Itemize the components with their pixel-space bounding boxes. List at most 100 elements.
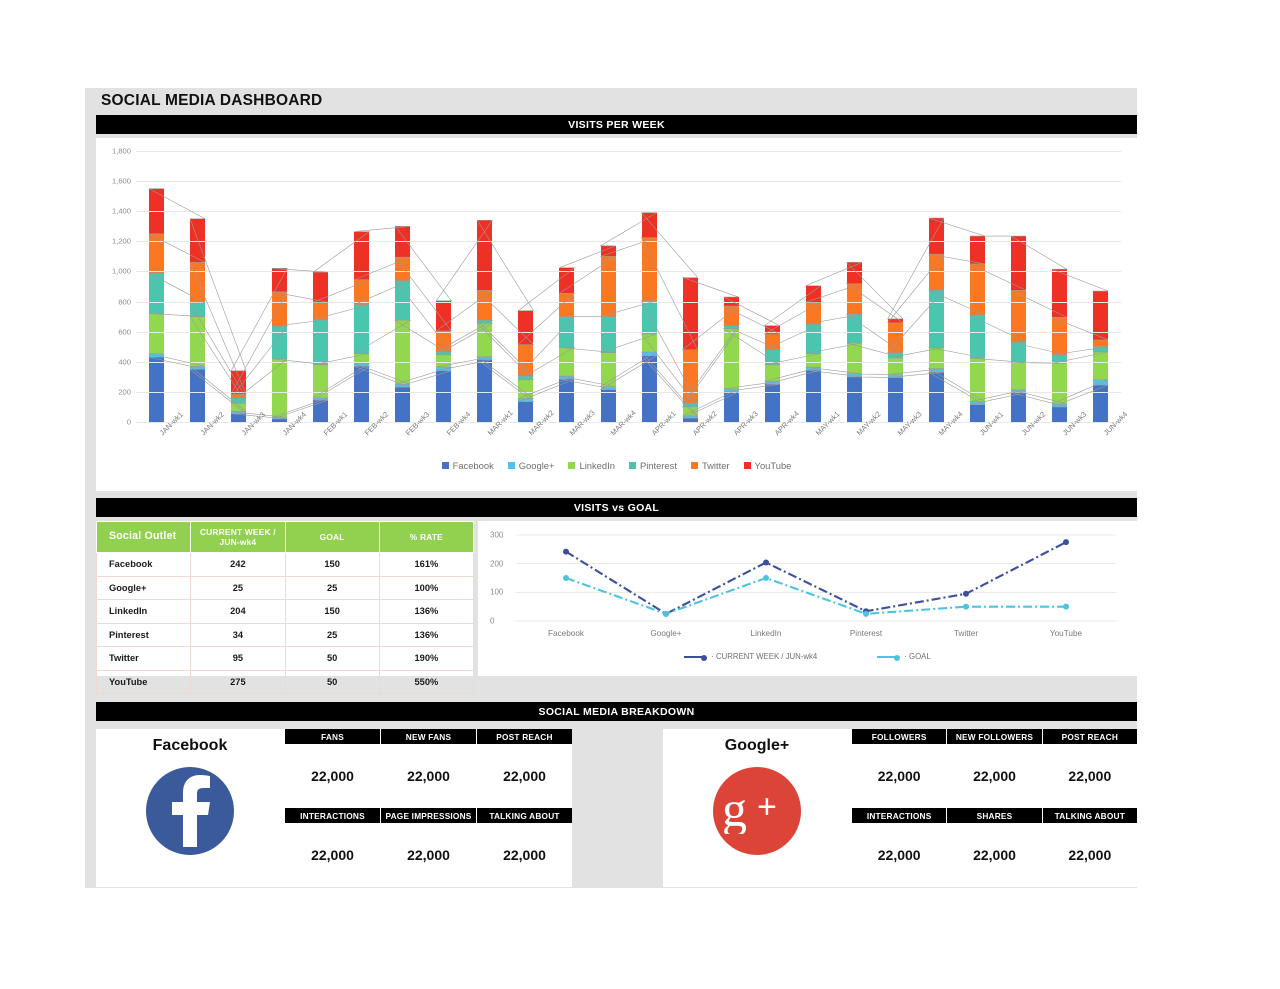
bar-segment-linkedin	[846, 342, 862, 374]
stacked-bar[interactable]	[764, 325, 780, 422]
bar-group[interactable]	[998, 151, 1039, 422]
metric-label: TALKING ABOUT	[1042, 808, 1137, 823]
table-row[interactable]: Facebook 242 150 161%	[95, 552, 475, 577]
bar-group[interactable]	[505, 151, 546, 422]
bar-group[interactable]	[464, 151, 505, 422]
stacked-bar[interactable]	[641, 212, 657, 422]
bar-segment-linkedin	[764, 364, 780, 382]
googleplus-metric-talking-about[interactable]: TALKING ABOUT 22,000	[1041, 808, 1137, 887]
bar-segment-linkedin	[723, 328, 739, 389]
bar-group[interactable]	[875, 151, 916, 422]
table-row[interactable]: Google+ 25 25 100%	[95, 575, 475, 600]
line-chart-legend: · CURRENT WEEK / JUN-wk4 · GOAL	[478, 652, 1137, 661]
legend-item-linkedin[interactable]: LinkedIn	[568, 460, 615, 471]
bar-group[interactable]	[177, 151, 218, 422]
bar-group[interactable]	[752, 151, 793, 422]
bar-group[interactable]	[588, 151, 629, 422]
table-cell-current: 242	[190, 552, 286, 577]
googleplus-metric-shares[interactable]: SHARES 22,000	[946, 808, 1042, 887]
stacked-bar[interactable]	[272, 268, 288, 422]
legend-item-pinterest[interactable]: Pinterest	[628, 460, 677, 471]
table-cell-outlet: YouTube	[95, 669, 192, 694]
googleplus-metric-interactions[interactable]: INTERACTIONS 22,000	[851, 808, 947, 887]
bar-group[interactable]	[1080, 151, 1121, 422]
bar-segment-youtube	[600, 245, 616, 257]
stacked-bar[interactable]	[1011, 236, 1026, 422]
stacked-bar[interactable]	[887, 318, 903, 422]
table-row[interactable]: Twitter 95 50 190%	[95, 646, 475, 671]
grid-line: 1,600	[112, 177, 1121, 186]
bar-group[interactable]	[793, 151, 834, 422]
table-row[interactable]: Pinterest 34 25 136%	[95, 622, 475, 647]
table-row[interactable]: LinkedIn 204 150 136%	[95, 599, 475, 624]
bar-group[interactable]	[711, 151, 752, 422]
facebook-metric-post-reach[interactable]: POST REACH 22,000	[476, 729, 572, 808]
y-axis-tick: 800	[118, 297, 131, 307]
table-cell-current: 34	[190, 622, 286, 647]
bar-group[interactable]	[259, 151, 300, 422]
table-row[interactable]: YouTube 275 50 550%	[95, 669, 475, 694]
bar-segment-pinterest	[149, 272, 165, 314]
facebook-metric-page-impressions[interactable]: PAGE IMPRESSIONS 22,000	[380, 808, 476, 887]
bar-group[interactable]	[218, 151, 259, 422]
table-cell-current: 25	[190, 575, 286, 600]
legend-swatch-icon	[441, 462, 449, 469]
stacked-bar[interactable]	[559, 267, 575, 422]
bar-segment-linkedin	[395, 320, 411, 385]
bar-group[interactable]	[300, 151, 341, 422]
y-axis-tick: 1,400	[111, 206, 131, 216]
stacked-bar[interactable]	[354, 231, 370, 422]
bar-group[interactable]	[916, 151, 957, 422]
bar-segment-twitter	[1052, 317, 1068, 356]
grid-line: 600	[118, 327, 1121, 336]
bar-group[interactable]	[423, 151, 464, 422]
bar-group[interactable]	[546, 151, 587, 422]
x-axis-tick-cell: JAN-wk3	[218, 410, 266, 464]
line-legend-item[interactable]: · CURRENT WEEK / JUN-wk4	[684, 652, 817, 661]
bar-segment-twitter	[518, 344, 534, 377]
googleplus-metric-new-followers[interactable]: NEW FOLLOWERS 22,000	[946, 729, 1042, 808]
bar-segment-linkedin	[928, 347, 944, 369]
googleplus-metric-post-reach[interactable]: POST REACH 22,000	[1041, 729, 1137, 808]
bar-group[interactable]	[629, 151, 670, 422]
legend-item-facebook[interactable]: Facebook	[441, 460, 494, 471]
legend-item-googleplus[interactable]: Google+	[507, 460, 554, 471]
bar-group[interactable]	[136, 151, 177, 422]
stacked-bar[interactable]	[1093, 291, 1109, 422]
bar-group[interactable]	[382, 151, 423, 422]
stacked-bar[interactable]	[313, 272, 329, 422]
bar-group[interactable]	[670, 151, 711, 422]
bar-group[interactable]	[957, 151, 998, 422]
facebook-metric-fans[interactable]: FANS 22,000	[284, 729, 380, 808]
stacked-bar[interactable]	[846, 262, 862, 422]
googleplus-brand-name: Google+	[724, 737, 790, 754]
bar-group[interactable]	[1039, 151, 1080, 422]
stacked-bar[interactable]	[969, 236, 985, 422]
line-legend-item[interactable]: · GOAL	[877, 652, 931, 661]
facebook-metric-talking-about[interactable]: TALKING ABOUT 22,000	[476, 808, 572, 887]
facebook-metric-new-fans[interactable]: NEW FANS 22,000	[380, 729, 476, 808]
stacked-bar[interactable]	[149, 188, 165, 422]
bar-segment-youtube	[928, 218, 944, 255]
legend-item-youtube[interactable]: YouTube	[743, 460, 791, 471]
stacked-bar[interactable]	[723, 297, 739, 422]
facebook-metric-interactions[interactable]: INTERACTIONS 22,000	[284, 808, 380, 887]
stacked-bar[interactable]	[518, 310, 534, 422]
googleplus-metric-followers[interactable]: FOLLOWERS 22,000	[851, 729, 947, 808]
y-axis-tick: 200	[118, 387, 131, 397]
stacked-bar[interactable]	[231, 370, 247, 422]
bar-segment-linkedin	[682, 406, 698, 416]
bar-group[interactable]	[341, 151, 382, 422]
stacked-bar[interactable]	[805, 285, 821, 422]
stacked-bar[interactable]	[682, 277, 698, 422]
bar-segment-twitter	[1093, 339, 1109, 347]
bar-group[interactable]	[834, 151, 875, 422]
bar-segment-twitter	[559, 293, 575, 317]
bar-segment-twitter	[395, 257, 411, 281]
legend-item-twitter[interactable]: Twitter	[690, 460, 730, 471]
x-axis-tick-cell: JUN-wk2	[998, 410, 1047, 464]
grid-line: 200	[118, 387, 1121, 396]
metric-value: 22,000	[381, 744, 476, 808]
stacked-bar[interactable]	[1052, 269, 1068, 422]
bar-segment-youtube	[969, 236, 985, 264]
